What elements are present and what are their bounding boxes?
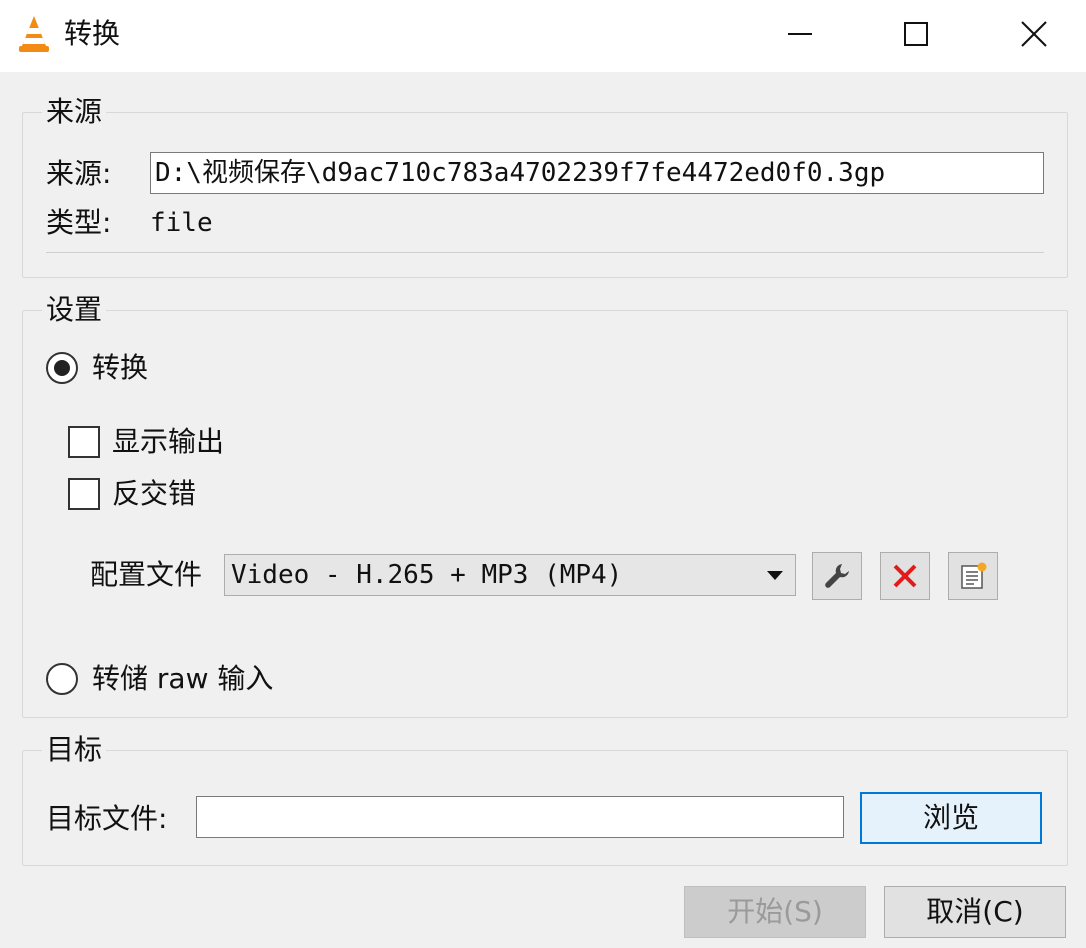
vlc-cone-icon xyxy=(16,14,52,54)
new-profile-icon xyxy=(961,562,987,589)
window-title: 转换 xyxy=(64,17,121,50)
deinterlace-checkbox[interactable] xyxy=(68,478,100,510)
profile-label: 配置文件 xyxy=(90,558,203,591)
dump-raw-label: 转储 raw 输入 xyxy=(92,662,274,695)
dropdown-arrow-icon xyxy=(767,571,783,580)
source-label: 来源: xyxy=(46,157,112,190)
delete-red-x-icon xyxy=(893,564,917,588)
new-profile-button[interactable] xyxy=(948,552,998,600)
close-icon xyxy=(1021,21,1047,47)
type-value: file xyxy=(150,208,213,238)
profile-select-value: Video - H.265 + MP3 (MP4) xyxy=(231,560,623,590)
source-group xyxy=(22,112,1068,278)
dest-file-label: 目标文件: xyxy=(46,802,168,835)
show-output-label: 显示输出 xyxy=(112,425,225,458)
source-path-field[interactable]: D:\视频保存\d9ac710c783a4702239f7fe4472ed0f0… xyxy=(150,152,1044,194)
source-group-title: 来源 xyxy=(42,95,107,129)
show-output-checkbox[interactable] xyxy=(68,426,100,458)
minimize-button[interactable] xyxy=(750,0,850,68)
start-button[interactable]: 开始(S) xyxy=(684,886,866,938)
cancel-button[interactable]: 取消(C) xyxy=(884,886,1066,938)
delete-profile-button[interactable] xyxy=(880,552,930,600)
maximize-icon xyxy=(904,22,928,46)
deinterlace-label: 反交错 xyxy=(112,477,197,510)
convert-label: 转换 xyxy=(92,351,149,384)
minimize-icon xyxy=(788,33,812,35)
settings-group-title: 设置 xyxy=(42,293,107,327)
edit-profile-button[interactable] xyxy=(812,552,862,600)
maximize-button[interactable] xyxy=(866,0,966,68)
source-divider xyxy=(46,252,1044,253)
close-button[interactable] xyxy=(984,0,1084,68)
destination-group-title: 目标 xyxy=(42,733,107,767)
settings-group xyxy=(22,310,1068,718)
dest-file-field[interactable] xyxy=(196,796,844,838)
type-label: 类型: xyxy=(46,206,112,239)
browse-button[interactable]: 浏览 xyxy=(860,792,1042,844)
profile-select[interactable]: Video - H.265 + MP3 (MP4) xyxy=(224,554,796,596)
dump-raw-radio[interactable] xyxy=(46,663,78,695)
wrench-icon xyxy=(825,564,849,588)
title-bar: 转换 xyxy=(0,0,1086,72)
convert-radio[interactable] xyxy=(46,352,78,384)
